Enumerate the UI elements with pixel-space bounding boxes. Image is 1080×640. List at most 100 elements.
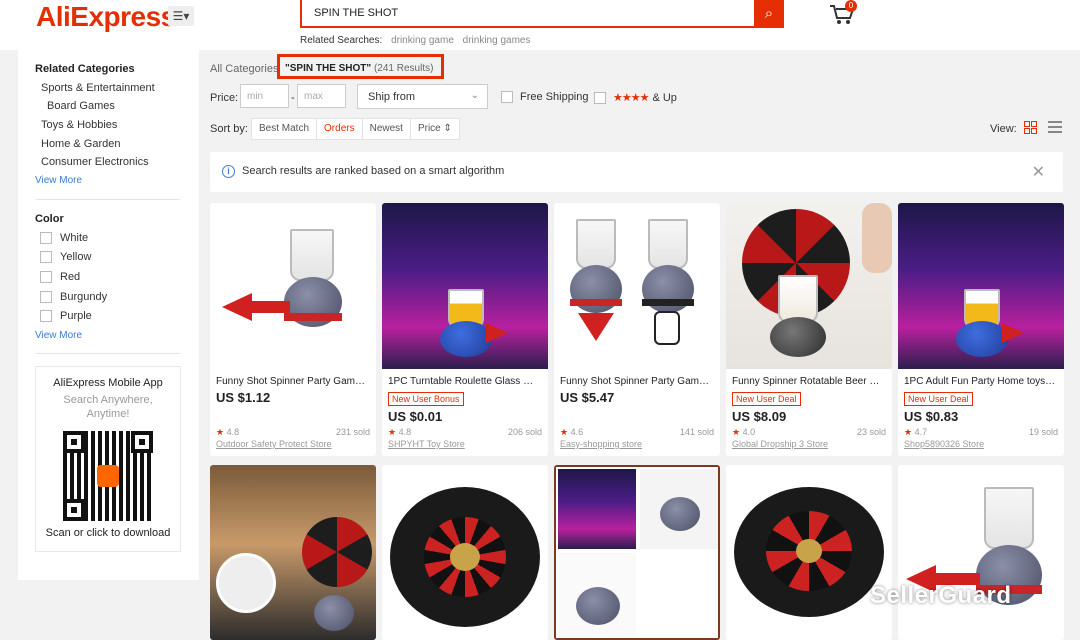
color-option-burgundy[interactable]: Burgundy (40, 291, 107, 303)
rating-filter[interactable]: ★★★★ & Up (594, 91, 677, 104)
store-link[interactable]: Global Dropship 3 Store (732, 439, 828, 449)
all-categories-link[interactable]: All Categories (210, 63, 278, 75)
product-image[interactable] (382, 203, 548, 369)
algorithm-notice: i Search results are ranked based on a s… (210, 152, 1063, 192)
list-view-icon[interactable] (1048, 121, 1062, 134)
grid-view-icon[interactable] (1024, 121, 1037, 134)
store-link[interactable]: Shop5890326 Store (904, 439, 984, 449)
watermark-text: SellerGuard (870, 582, 1012, 609)
product-image[interactable] (210, 203, 376, 369)
aliexpress-app-icon (97, 465, 119, 487)
product-sold: 206 sold (507, 427, 542, 437)
notice-text: Search results are ranked based on a sma… (242, 165, 505, 177)
color-label: Burgundy (60, 291, 108, 303)
star-icon: ★ (732, 427, 741, 437)
product-title[interactable]: Funny Shot Spinner Party Game R... (216, 376, 368, 387)
divider (36, 199, 180, 200)
product-card[interactable] (382, 465, 548, 640)
checkbox[interactable] (501, 91, 513, 103)
star-icon: ★ (216, 427, 225, 437)
color-label: Red (60, 271, 81, 283)
left-sidebar: Related Categories Sports & Entertainmen… (18, 50, 199, 580)
checkbox[interactable] (40, 271, 52, 283)
view-label: View: (990, 123, 1017, 135)
sort-options: Best Match Orders Newest Price ⇕ (251, 118, 460, 140)
color-option-purple[interactable]: Purple (40, 310, 92, 322)
checkbox[interactable] (40, 251, 52, 263)
product-image[interactable] (898, 203, 1064, 369)
product-image[interactable] (726, 465, 892, 640)
close-icon[interactable]: ✕ (1032, 162, 1045, 182)
free-shipping-filter[interactable]: Free Shipping (501, 91, 589, 103)
product-image[interactable] (210, 465, 376, 640)
price-min-input[interactable]: min (240, 84, 289, 108)
scan-to-download[interactable]: Scan or click to download (36, 527, 180, 539)
color-option-white[interactable]: White (40, 232, 88, 244)
category-menu-button[interactable]: ☰▾ (168, 6, 194, 26)
product-card[interactable] (210, 465, 376, 640)
product-card[interactable]: 1PC Turntable Roulette Glass Nove... New… (382, 203, 548, 456)
price-dash: - (291, 92, 295, 104)
color-option-yellow[interactable]: Yellow (40, 251, 91, 263)
new-user-badge: New User Deal (904, 392, 973, 406)
store-link[interactable]: Outdoor Safety Protect Store (216, 439, 332, 449)
product-card[interactable]: 1PC Adult Fun Party Home toys Tu... New … (898, 203, 1064, 456)
product-title[interactable]: Funny Spinner Rotatable Beer Win... (732, 376, 884, 387)
view-more-categories[interactable]: View More (35, 175, 82, 186)
checkbox[interactable] (40, 310, 52, 322)
search-input[interactable]: SPIN THE SHOT (300, 0, 756, 28)
search-icon: ⌕ (764, 5, 774, 22)
view-more-colors[interactable]: View More (35, 330, 82, 341)
product-card[interactable] (726, 465, 892, 640)
star-icon: ★ (388, 427, 397, 437)
mobile-app-promo[interactable]: AliExpress Mobile App Search Anywhere, An… (35, 366, 181, 552)
checkbox[interactable] (40, 291, 52, 303)
category-home-garden[interactable]: Home & Garden (41, 138, 120, 150)
product-title[interactable]: 1PC Turntable Roulette Glass Nove... (388, 376, 540, 387)
search-button[interactable]: ⌕ (754, 0, 784, 28)
star-icon: ★ (904, 427, 913, 437)
product-title[interactable]: Funny Shot Spinner Party Game R... (560, 376, 712, 387)
product-card[interactable]: Funny Spinner Rotatable Beer Win... New … (726, 203, 892, 456)
checkbox[interactable] (594, 91, 606, 104)
product-price: US $8.09 (732, 409, 787, 424)
product-price: US $0.01 (388, 409, 443, 424)
sort-orders[interactable]: Orders (317, 119, 363, 139)
color-option-red[interactable]: Red (40, 271, 80, 283)
product-card[interactable] (898, 465, 1064, 640)
product-card[interactable]: Funny Shot Spinner Party Game R... US $5… (554, 203, 720, 456)
product-image[interactable] (726, 203, 892, 369)
sort-best-match[interactable]: Best Match (252, 119, 318, 139)
category-sports[interactable]: Sports & Entertainment (41, 82, 155, 94)
related-link-1[interactable]: drinking game (391, 35, 454, 46)
category-toys[interactable]: Toys & Hobbies (41, 119, 117, 131)
product-card[interactable] (554, 465, 720, 640)
related-searches: Related Searches: drinking game drinking… (300, 35, 530, 46)
cart-count-badge: 0 (845, 0, 857, 12)
aliexpress-logo[interactable]: AliExpress (36, 1, 176, 33)
color-label: Purple (60, 310, 92, 322)
product-image[interactable] (898, 465, 1064, 640)
sort-price[interactable]: Price ⇕ (411, 119, 459, 139)
store-link[interactable]: Easy-shopping store (560, 439, 642, 449)
sort-newest[interactable]: Newest (363, 119, 411, 139)
product-rating: ★ 4.7 (904, 427, 928, 437)
checkbox[interactable] (40, 232, 52, 244)
category-electronics[interactable]: Consumer Electronics (41, 156, 149, 168)
qr-code[interactable] (63, 431, 153, 521)
product-rating: ★ 4.8 (216, 427, 240, 437)
product-image[interactable] (382, 465, 548, 640)
color-title: Color (35, 213, 64, 225)
category-board-games[interactable]: Board Games (47, 100, 115, 112)
price-max-input[interactable]: max (297, 84, 346, 108)
product-image[interactable] (554, 465, 720, 640)
store-link[interactable]: SHPYHT Toy Store (388, 439, 465, 449)
product-price: US $1.12 (216, 390, 271, 405)
ship-from-select[interactable]: Ship from ⌄ (357, 84, 488, 109)
product-card[interactable]: Funny Shot Spinner Party Game R... US $1… (210, 203, 376, 456)
product-title[interactable]: 1PC Adult Fun Party Home toys Tu... (904, 376, 1056, 387)
new-user-badge: New User Bonus (388, 392, 464, 406)
product-image[interactable] (554, 203, 720, 369)
related-link-2[interactable]: drinking games (463, 35, 531, 46)
product-price: US $0.83 (904, 409, 959, 424)
